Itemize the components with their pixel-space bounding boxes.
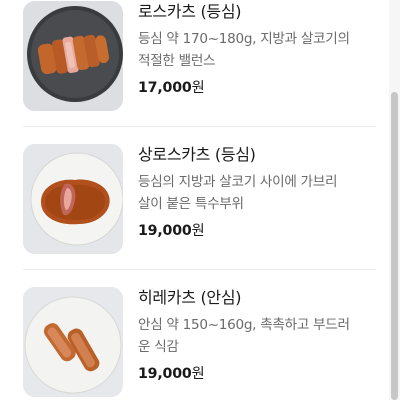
menu-item-premium-loin-katsu[interactable]: 상로스카츠 (등심) 등심의 지방과 살코기 사이에 가브리 살이 붙은 특수부… — [0, 144, 388, 254]
menu-item-photo[interactable] — [23, 144, 123, 254]
menu-item-name: 히레카츠 (안심) — [138, 288, 242, 307]
menu-item-price-currency: 원 — [191, 80, 205, 96]
menu-item-tenderloin-katsu[interactable]: 히레카츠 (안심) 안심 약 150~160g, 촉촉하고 부드러 운 식감 1… — [0, 287, 388, 397]
menu-item-description-line: 적절한 밸런스 — [138, 53, 216, 69]
menu-item-price-value: 19,000 — [138, 223, 192, 239]
menu-item-description-line: 운 식감 — [138, 339, 179, 355]
menu-item-info: 상로스카츠 (등심) 등심의 지방과 살코기 사이에 가브리 살이 붙은 특수부… — [138, 144, 378, 242]
menu-item-description-line: 살이 붙은 특수부위 — [138, 196, 244, 212]
menu-item-price: 19,000원 — [138, 220, 378, 242]
menu-item-price-value: 19,000 — [138, 366, 192, 382]
menu-list: 로스카츠 (등심) 등심 약 170~180g, 지방과 살코기의 적절한 밸런… — [0, 0, 400, 400]
menu-item-price-value: 17,000 — [138, 80, 192, 96]
menu-item-description-line: 등심의 지방과 살코기 사이에 가브리 — [138, 174, 338, 190]
menu-item-loin-katsu[interactable]: 로스카츠 (등심) 등심 약 170~180g, 지방과 살코기의 적절한 밸런… — [0, 1, 388, 111]
menu-item-price: 17,000원 — [138, 77, 378, 99]
menu-item-photo[interactable] — [23, 287, 123, 397]
menu-item-description-line: 안심 약 150~160g, 촉촉하고 부드러 — [138, 317, 350, 333]
menu-item-photo[interactable] — [23, 1, 123, 111]
menu-item-price-currency: 원 — [191, 366, 205, 382]
menu-item-description: 안심 약 150~160g, 촉촉하고 부드러 운 식감 — [138, 314, 378, 358]
menu-item-info: 히레카츠 (안심) 안심 약 150~160g, 촉촉하고 부드러 운 식감 1… — [138, 287, 378, 385]
menu-item-info: 로스카츠 (등심) 등심 약 170~180g, 지방과 살코기의 적절한 밸런… — [138, 1, 378, 99]
menu-item-description: 등심의 지방과 살코기 사이에 가브리 살이 붙은 특수부위 — [138, 171, 378, 215]
menu-item-divider — [23, 126, 376, 127]
menu-item-description-line: 등심 약 170~180g, 지방과 살코기의 — [138, 31, 350, 47]
menu-item-price: 19,000원 — [138, 363, 378, 385]
menu-item-price-currency: 원 — [191, 223, 205, 239]
scrollbar-thumb[interactable] — [391, 92, 398, 400]
menu-item-description: 등심 약 170~180g, 지방과 살코기의 적절한 밸런스 — [138, 28, 378, 72]
menu-item-divider — [23, 269, 376, 270]
menu-item-name: 로스카츠 (등심) — [138, 2, 242, 21]
menu-item-name: 상로스카츠 (등심) — [138, 145, 256, 164]
